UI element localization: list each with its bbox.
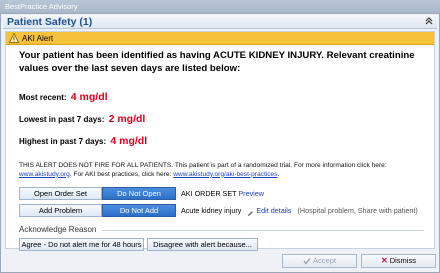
pencil-icon[interactable] (247, 208, 254, 216)
metric-label: Lowest in past 7 days: (19, 115, 105, 124)
warning-icon (8, 32, 20, 43)
alert-headline: Your patient has been identified as havi… (19, 50, 415, 74)
window-title-bar: BestPractice Advisory (0, 0, 440, 13)
notice-text: . (277, 170, 280, 178)
divider (102, 230, 424, 231)
section-header[interactable]: Patient Safety (1) (3, 15, 437, 29)
window-title: BestPractice Advisory (5, 2, 78, 11)
agree-option-button[interactable]: Agree - Do not alert me for 48 hours (19, 238, 144, 251)
accept-label: Accept (313, 256, 336, 265)
problem-detail: (Hospital problem, Share with patient) (297, 206, 418, 215)
metric-value: 4 mg/dl (70, 91, 108, 103)
alert-panel: AKI Alert Your patient has been identifi… (5, 31, 435, 251)
preview-link[interactable]: Preview (238, 189, 264, 198)
check-icon (303, 257, 311, 265)
best-practices-link[interactable]: www.akistudy.org/aki-best-practices (173, 171, 277, 178)
open-order-set-button[interactable]: Open Order Set (19, 187, 102, 200)
accept-button[interactable]: Accept (282, 254, 357, 268)
alert-bar: AKI Alert (6, 32, 434, 45)
acknowledge-title: Acknowledge Reason (19, 225, 97, 234)
notice-text: . For AKI best practices, click here: (69, 170, 172, 178)
section-title: Patient Safety (1) (7, 16, 93, 28)
metric-value: 2 mg/dl (108, 113, 146, 125)
problem-name: Acute kidney injury (181, 206, 242, 215)
advisory-window: Patient Safety (1) AKI Alert Your patien… (0, 13, 440, 273)
metric-highest: Highest in past 7 days: 4 mg/dl (19, 135, 147, 147)
edit-details-link[interactable]: Edit details (256, 206, 291, 215)
do-not-open-button[interactable]: Do Not Open (102, 187, 176, 200)
order-set-name: AKI ORDER SET (181, 189, 237, 198)
add-problem-button[interactable]: Add Problem (19, 204, 102, 217)
problem-row: Acute kidney injury Edit details (Hospit… (181, 204, 418, 217)
close-icon: ✕ (381, 256, 388, 265)
dismiss-label: Dismiss (389, 256, 416, 265)
notice-text: THIS ALERT DOES NOT FIRE FOR ALL PATIENT… (19, 162, 387, 169)
metric-lowest: Lowest in past 7 days: 2 mg/dl (19, 113, 145, 125)
metric-label: Highest in past 7 days: (19, 137, 107, 146)
do-not-add-button[interactable]: Do Not Add (102, 204, 176, 217)
study-link[interactable]: www.akistudy.org (19, 171, 70, 178)
metric-label: Most recent: (19, 93, 67, 102)
alert-label: AKI Alert (22, 34, 54, 43)
disagree-option-button[interactable]: Disagree with alert because... (147, 238, 258, 251)
trial-notice: THIS ALERT DOES NOT FIRE FOR ALL PATIENT… (19, 162, 429, 179)
order-set-row: AKI ORDER SET Preview (181, 187, 264, 200)
dismiss-button[interactable]: ✕ Dismiss (361, 254, 436, 268)
metric-value: 4 mg/dl (110, 135, 148, 147)
collapse-icon[interactable] (425, 17, 433, 25)
metric-most-recent: Most recent: 4 mg/dl (19, 91, 108, 103)
